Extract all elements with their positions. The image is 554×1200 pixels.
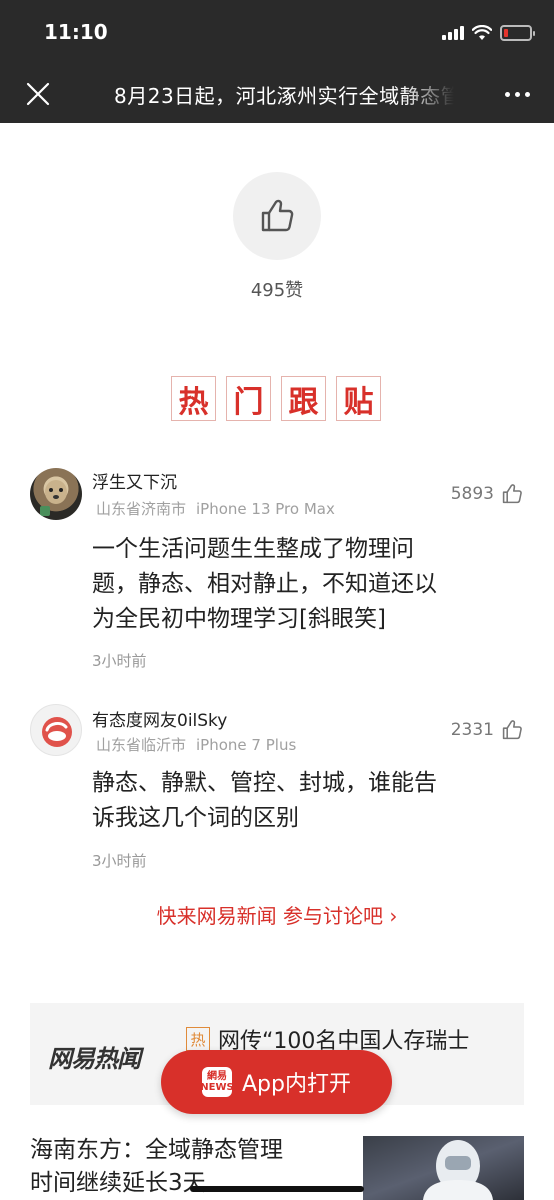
hot-news-logo: 网易热闻 [48, 1045, 141, 1073]
comment-meta: 山东省临沂市 iPhone 7 Plus [96, 734, 296, 755]
comment-line: 为全民初中物理学习[斜眼笑] [92, 606, 386, 632]
comment-item: 浮生又下沉 山东省济南市 iPhone 13 Pro Max 5893 一个生活问… [0, 466, 554, 676]
cellular-signal-icon [442, 26, 464, 40]
news-title-line: 海南东方：全域静态管理 [30, 1137, 283, 1163]
comment-body[interactable]: 一个生活问题生生整成了物理问 题，静态、相对静止，不知道还以 为全民初中物理学习… [92, 532, 512, 637]
comment-username[interactable]: 浮生又下沉 [92, 468, 177, 493]
more-options-icon[interactable] [505, 92, 530, 97]
comment-body[interactable]: 静态、静默、管控、封城，谁能告 诉我这几个词的区别 [92, 766, 512, 836]
comment-item: 有态度网友0ilSky 山东省临沂市 iPhone 7 Plus 2331 静态、… [0, 704, 554, 874]
like-count: 495赞 [250, 280, 304, 301]
hot-comments-heading: 热 门 跟 贴 [171, 376, 381, 421]
status-icons [442, 24, 535, 42]
top-bar: 11:10 8月23日起，河北涿州实行全域静态管理 [0, 0, 554, 123]
open-in-app-label: App内打开 [242, 1072, 351, 1097]
comment-device: iPhone 7 Plus [196, 736, 297, 754]
wifi-icon [472, 25, 492, 40]
comment-username[interactable]: 有态度网友0ilSky [92, 706, 227, 731]
comment-time: 3小时前 [92, 852, 147, 870]
comment-location: 山东省济南市 [96, 500, 187, 518]
comment-like-button[interactable]: 2331 [451, 718, 524, 742]
status-time: 11:10 [44, 20, 108, 44]
join-discussion-link[interactable]: 快来网易新闻 参与讨论吧 › [0, 900, 554, 929]
thumbs-up-icon [261, 199, 294, 232]
close-icon[interactable] [24, 80, 52, 108]
comment-device: iPhone 13 Pro Max [196, 500, 335, 518]
netease-app-icon: 網易 NEWS [200, 1067, 234, 1097]
heading-char: 贴 [336, 376, 381, 421]
battery-icon [500, 25, 535, 41]
open-in-app-button[interactable]: 網易 NEWS App内打开 [161, 1050, 392, 1114]
comment-line: 题，静态、相对静止，不知道还以 [92, 571, 437, 597]
home-indicator [190, 1186, 364, 1192]
comment-line: 一个生活问题生生整成了物理问 [92, 536, 414, 562]
comment-line: 诉我这几个词的区别 [92, 805, 299, 831]
thumbs-up-icon [502, 720, 522, 740]
heading-char: 热 [171, 376, 216, 421]
thumbs-up-icon [502, 484, 522, 504]
netease-default-avatar [42, 717, 72, 747]
comment-location: 山东省临沂市 [96, 736, 187, 754]
comment-line: 静态、静默、管控、封城，谁能告 [92, 770, 437, 796]
comment-like-count: 5893 [450, 484, 494, 504]
dog-avatar-image [40, 480, 67, 516]
hot-tag-badge: 热 [186, 1027, 210, 1051]
avatar[interactable] [30, 704, 82, 756]
news-title-line: 时间继续延长3天 [30, 1170, 206, 1196]
comment-like-button[interactable]: 5893 [451, 482, 524, 506]
comment-meta: 山东省济南市 iPhone 13 Pro Max [96, 498, 335, 519]
avatar[interactable] [30, 468, 82, 520]
comment-like-count: 2331 [450, 720, 494, 740]
hazmat-worker-image [423, 1140, 493, 1200]
like-button[interactable] [233, 172, 321, 260]
heading-char: 门 [226, 376, 271, 421]
article-title: 8月23日起，河北涿州实行全域静态管理 [114, 84, 454, 108]
comment-time: 3小时前 [92, 652, 147, 670]
heading-char: 跟 [281, 376, 326, 421]
news-thumbnail[interactable] [363, 1136, 524, 1200]
